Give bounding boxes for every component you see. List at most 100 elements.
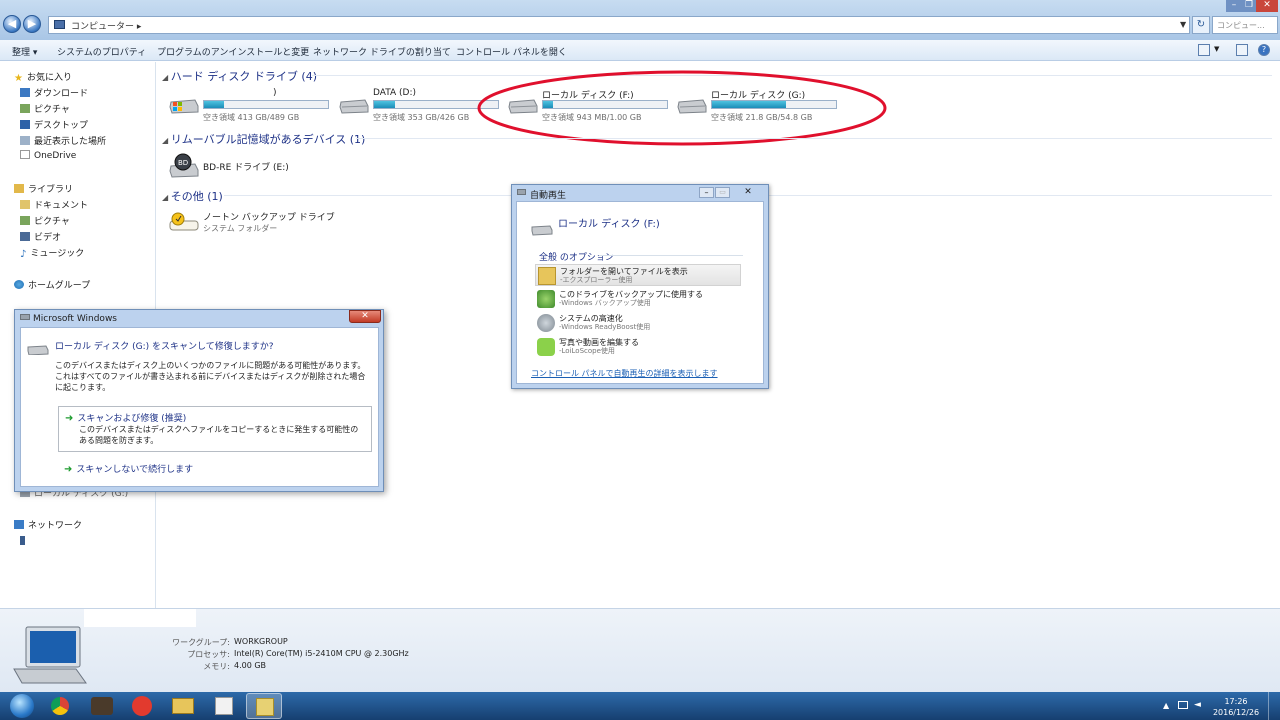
taskbar-app-game[interactable]: [84, 693, 120, 719]
map-network-drive-button[interactable]: ネットワーク ドライブの割り当て: [313, 45, 451, 58]
sidebar-item-pictures[interactable]: ピクチャ: [20, 102, 70, 115]
download-folder-icon: [20, 88, 30, 97]
maximize-button: ▭: [715, 187, 730, 198]
open-control-panel-button[interactable]: コントロール パネルを開く: [456, 45, 567, 58]
sidebar-item-onedrive[interactable]: OneDrive: [20, 150, 76, 161]
change-view-icon[interactable]: [1198, 44, 1210, 56]
close-button[interactable]: ✕: [1256, 0, 1278, 12]
option-title: スキャンおよび修復 (推奨): [77, 414, 187, 424]
clock-date: 2016/12/26: [1212, 708, 1260, 717]
sidebar-label: デスクトップ: [34, 121, 89, 131]
sidebar-item-music[interactable]: ♪ ミュージック: [20, 246, 84, 260]
sidebar-favorites[interactable]: ★ お気に入り: [14, 70, 72, 84]
option-readyboost[interactable]: システムの高速化 -Windows ReadyBoost使用: [535, 312, 741, 334]
norton-drive-icon: [169, 212, 199, 231]
memory-label: メモリ:: [203, 662, 230, 671]
forward-button[interactable]: ▶: [23, 15, 41, 33]
network-icon: [14, 520, 24, 529]
sidebar-item-desktop[interactable]: デスクトップ: [20, 118, 88, 131]
sidebar-label: ビデオ: [34, 233, 62, 243]
explorer-icon: [256, 698, 274, 716]
action-center-icon[interactable]: [1178, 701, 1188, 709]
autoplay-settings-link[interactable]: コントロール パネルで自動再生の詳細を表示します: [531, 368, 718, 379]
library-icon: [14, 184, 24, 193]
green-arrow-icon: ➜: [65, 413, 74, 424]
taskbar-chrome[interactable]: [42, 693, 78, 719]
sidebar-item-recent[interactable]: 最近表示した場所: [20, 134, 106, 147]
show-desktop-button[interactable]: [1268, 692, 1280, 720]
sidebar-label: ホームグループ: [28, 281, 91, 291]
preview-pane-icon[interactable]: [1236, 44, 1248, 56]
windows-logo-icon: [10, 694, 34, 718]
system-properties-button[interactable]: システムのプロパティ: [57, 45, 146, 58]
drive-name: ): [273, 88, 277, 98]
drive-name: ノートン バックアップ ドライブ: [203, 213, 335, 223]
help-icon[interactable]: ?: [1258, 44, 1270, 56]
sidebar-label: お気に入り: [26, 73, 72, 83]
sidebar-homegroup[interactable]: ホームグループ: [14, 278, 90, 291]
drive-usage-bar: [203, 100, 329, 109]
folder-icon: [538, 267, 556, 285]
group-header-removable[interactable]: ◢ リムーバブル記憶域があるデバイス (1): [162, 131, 365, 147]
minimize-button[interactable]: –: [1226, 0, 1242, 12]
organize-button[interactable]: 整理 ▾: [12, 45, 37, 58]
minimize-button[interactable]: –: [699, 187, 714, 198]
taskbar-app-red[interactable]: [124, 693, 160, 719]
address-bar-area: ◀ ▶ コンピューター ▸ ▼ ↻ コンピュー... – ❐ ✕: [0, 0, 1280, 40]
readyboost-icon: [537, 314, 555, 332]
taskbar-app-folder[interactable]: [164, 693, 200, 719]
address-input[interactable]: コンピューター ▸: [48, 16, 1190, 34]
memory-value: 4.00 GB: [234, 661, 267, 670]
taskbar-app-tool[interactable]: [206, 693, 242, 719]
sidebar-label: ダウンロード: [34, 89, 89, 99]
option-backup[interactable]: このドライブをバックアップに使用する -Windows バックアップ使用: [535, 288, 741, 310]
close-button[interactable]: ✕: [349, 310, 381, 323]
close-button[interactable]: ✕: [738, 186, 758, 198]
search-input[interactable]: コンピュー...: [1212, 16, 1278, 34]
norton-backup-item[interactable]: ノートン バックアップ ドライブ システム フォルダー: [169, 210, 339, 246]
sidebar-network[interactable]: ネットワーク: [14, 518, 82, 531]
windows-drive-icon: [169, 99, 199, 114]
sidebar-item-videos[interactable]: ビデオ: [20, 230, 61, 243]
restore-button[interactable]: ❐: [1242, 0, 1256, 12]
address-dropdown-icon[interactable]: ▼: [1180, 20, 1186, 29]
start-button[interactable]: [2, 692, 42, 720]
sidebar-item-documents[interactable]: ドキュメント: [20, 198, 88, 211]
option-loiloscope[interactable]: 写真や動画を編集する -LoiLoScope使用: [535, 336, 741, 358]
green-arrow-icon: ➜: [64, 464, 73, 475]
group-header-other[interactable]: ◢ その他 (1): [162, 188, 223, 204]
group-title: その他 (1): [170, 190, 223, 203]
drive-usage-fill: [204, 101, 224, 108]
drive-item-bd[interactable]: BD BD-RE ドライブ (E:): [169, 150, 339, 186]
uninstall-button[interactable]: プログラムのアンインストールと変更: [157, 45, 309, 58]
option-title: スキャンしないで続行します: [76, 465, 194, 475]
scan-and-repair-option[interactable]: ➜ スキャンおよび修復 (推奨) このデバイスまたはディスクへファイルをコピーする…: [58, 406, 372, 452]
option-open-folder[interactable]: フォルダーを開いてファイルを表示 -エクスプローラー使用: [535, 264, 741, 286]
volume-icon[interactable]: ◄: [1194, 700, 1201, 710]
drive-item-c[interactable]: ) 空き領域 413 GB/489 GB: [169, 88, 339, 124]
details-pane: ワークグループ: WORKGROUP プロセッサ: Intel(R) Core(…: [0, 608, 1280, 692]
clock[interactable]: 17:26 2016/12/26: [1208, 696, 1264, 718]
dialog-message: このデバイスまたはディスク上のいくつかのファイルに問題がある可能性があります。こ…: [55, 361, 366, 392]
view-dropdown-icon[interactable]: ▼: [1214, 45, 1219, 53]
homegroup-icon: [14, 280, 24, 289]
sidebar-item-lib-pictures[interactable]: ピクチャ: [20, 214, 70, 227]
chrome-icon: [51, 697, 69, 715]
taskbar-explorer-active[interactable]: [246, 693, 282, 719]
option-subtitle: -LoiLoScope使用: [559, 347, 615, 355]
tray-expand-icon[interactable]: ▲: [1163, 701, 1169, 710]
refresh-button[interactable]: ↻: [1192, 16, 1210, 34]
sidebar-libraries[interactable]: ライブラリ: [14, 182, 73, 195]
group-header-hdd[interactable]: ◢ ハード ディスク ドライブ (4): [162, 68, 317, 84]
breadcrumb-chevron-icon[interactable]: ▸: [137, 22, 142, 32]
drive-name: BD-RE ドライブ (E:): [203, 163, 289, 173]
back-button[interactable]: ◀: [3, 15, 21, 33]
media-app-icon: [132, 696, 152, 716]
sidebar-item-downloads[interactable]: ダウンロード: [20, 86, 88, 99]
sidebar-label: ピクチャ: [34, 217, 70, 227]
continue-without-scan-option[interactable]: ➜ スキャンしないで続行します: [64, 462, 193, 475]
option-subtitle: -Windows バックアップ使用: [559, 299, 651, 307]
network-device-icon[interactable]: [20, 536, 29, 547]
computer-icon: [54, 20, 65, 29]
drive-icon: [20, 314, 30, 320]
